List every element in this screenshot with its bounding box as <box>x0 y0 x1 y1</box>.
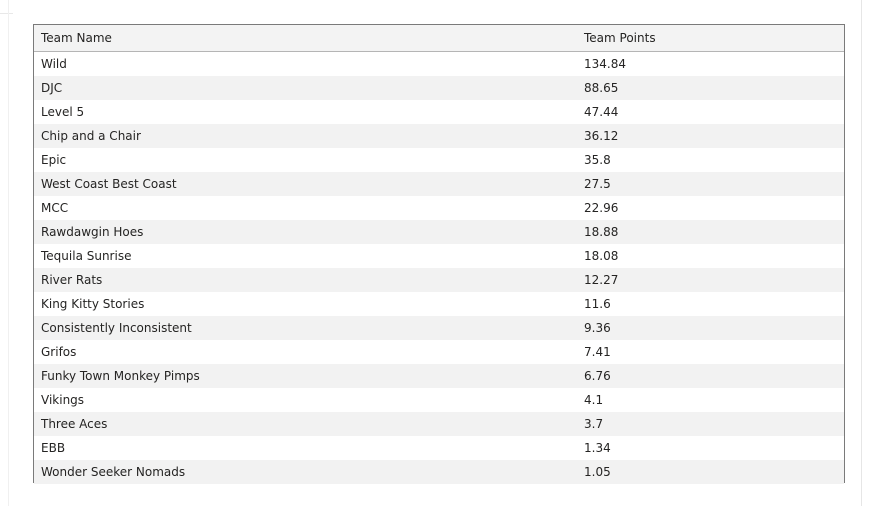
team-name-cell: King Kitty Stories <box>41 297 145 311</box>
team-name-cell: Funky Town Monkey Pimps <box>41 369 200 383</box>
team-points-cell: 12.27 <box>584 273 619 287</box>
team-points-cell: 22.96 <box>584 201 619 215</box>
table-row[interactable]: Grifos 7.41 <box>34 340 844 364</box>
table-row[interactable]: EBB 1.34 <box>34 436 844 460</box>
team-points-cell: 35.8 <box>584 153 611 167</box>
table-row[interactable]: MCC 22.96 <box>34 196 844 220</box>
frame-edge-right <box>861 0 862 506</box>
team-points-cell: 47.44 <box>584 105 619 119</box>
team-points-table: Team Name Team Points Wild 134.84 DJC 88.6… <box>33 24 845 484</box>
team-points-cell: 4.1 <box>584 393 604 407</box>
table-row[interactable]: Wild 134.84 <box>34 52 844 76</box>
team-name-cell: Three Aces <box>41 417 108 431</box>
team-points-cell: 1.34 <box>584 441 611 455</box>
team-points-cell: 18.88 <box>584 225 619 239</box>
team-name-cell: Vikings <box>41 393 85 407</box>
team-points-cell: 3.7 <box>584 417 604 431</box>
table-row[interactable]: West Coast Best Coast 27.5 <box>34 172 844 196</box>
team-name-cell: Wild <box>41 57 67 71</box>
team-points-cell: 11.6 <box>584 297 611 311</box>
frame-divider <box>0 13 13 14</box>
table-row[interactable]: Consistently Inconsistent 9.36 <box>34 316 844 340</box>
table-row[interactable]: Three Aces 3.7 <box>34 412 844 436</box>
team-points-cell: 7.41 <box>584 345 611 359</box>
team-name-cell: West Coast Best Coast <box>41 177 177 191</box>
team-name-cell: Rawdawgin Hoes <box>41 225 144 239</box>
table-row[interactable]: Wonder Seeker Nomads 1.05 <box>34 460 844 484</box>
team-name-cell: Chip and a Chair <box>41 129 141 143</box>
table-row[interactable]: River Rats 12.27 <box>34 268 844 292</box>
table-row[interactable]: Epic 35.8 <box>34 148 844 172</box>
column-header-team-name[interactable]: Team Name <box>41 25 112 51</box>
team-points-cell: 6.76 <box>584 369 611 383</box>
team-name-cell: DJC <box>41 81 63 95</box>
team-points-cell: 134.84 <box>584 57 626 71</box>
table-header: Team Name Team Points <box>34 25 844 52</box>
team-name-cell: MCC <box>41 201 69 215</box>
team-name-cell: Tequila Sunrise <box>41 249 132 263</box>
team-points-cell: 27.5 <box>584 177 611 191</box>
team-name-cell: EBB <box>41 441 66 455</box>
team-points-cell: 18.08 <box>584 249 619 263</box>
frame-edge-left <box>8 0 9 506</box>
table-row[interactable]: Funky Town Monkey Pimps 6.76 <box>34 364 844 388</box>
table-row[interactable]: DJC 88.65 <box>34 76 844 100</box>
team-points-cell: 1.05 <box>584 465 611 479</box>
team-points-cell: 36.12 <box>584 129 619 143</box>
team-name-cell: Consistently Inconsistent <box>41 321 192 335</box>
team-points-cell: 88.65 <box>584 81 619 95</box>
column-header-team-points[interactable]: Team Points <box>584 25 656 51</box>
team-name-cell: Level 5 <box>41 105 85 119</box>
table-row[interactable]: Chip and a Chair 36.12 <box>34 124 844 148</box>
table-row[interactable]: Level 5 47.44 <box>34 100 844 124</box>
team-points-cell: 9.36 <box>584 321 611 335</box>
team-name-cell: Epic <box>41 153 67 167</box>
table-row[interactable]: King Kitty Stories 11.6 <box>34 292 844 316</box>
team-name-cell: River Rats <box>41 273 103 287</box>
table-row[interactable]: Vikings 4.1 <box>34 388 844 412</box>
table-body: Wild 134.84 DJC 88.65 Level 5 47.44 Chip an… <box>34 52 844 484</box>
table-row[interactable]: Rawdawgin Hoes 18.88 <box>34 220 844 244</box>
team-name-cell: Wonder Seeker Nomads <box>41 465 186 479</box>
table-row[interactable]: Tequila Sunrise 18.08 <box>34 244 844 268</box>
team-name-cell: Grifos <box>41 345 77 359</box>
